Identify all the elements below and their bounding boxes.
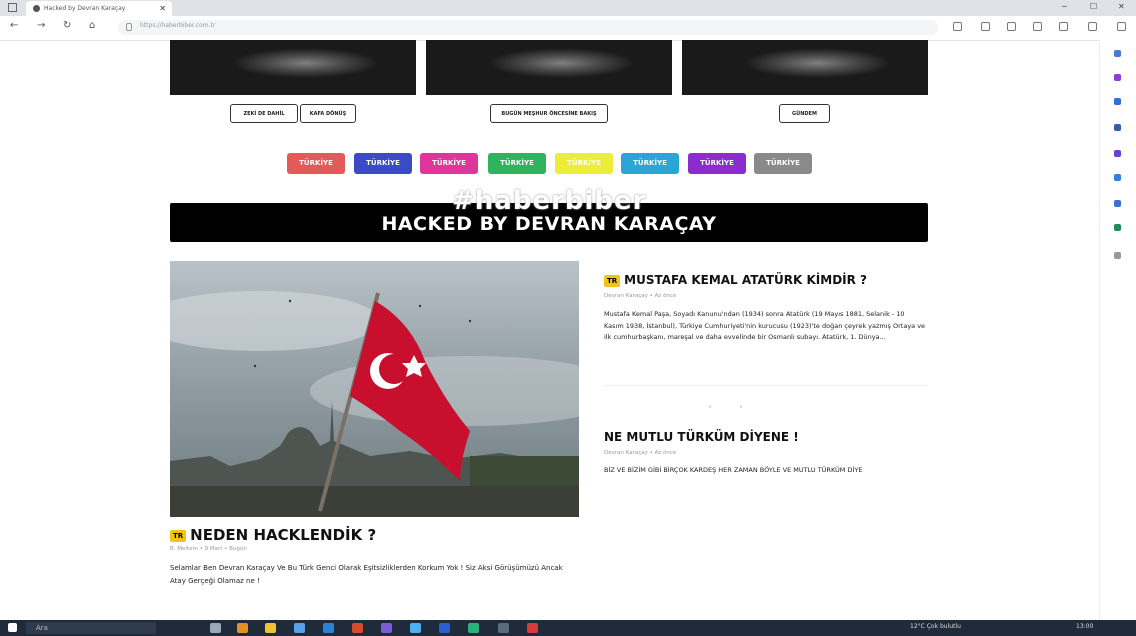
app-icon[interactable]: [410, 623, 421, 633]
tr-badge: TR: [170, 529, 187, 542]
side-article-title[interactable]: NE MUTLU TÜRKÜM DİYENE !: [604, 430, 799, 444]
favorites-icon[interactable]: [953, 22, 962, 31]
split-screen-icon[interactable]: [981, 22, 990, 31]
favicon-icon: [33, 5, 40, 12]
main-article-meta: B. Meltem • 9 Mart • Bugün: [170, 546, 247, 552]
app-icon[interactable]: [381, 623, 392, 633]
video-thumbnail[interactable]: [170, 40, 416, 95]
task-view-icon[interactable]: [210, 623, 221, 633]
reload-icon[interactable]: ↻: [63, 20, 71, 31]
collections-icon[interactable]: [1007, 22, 1016, 31]
url-text: https://haberbiber.com.tr: [140, 22, 216, 29]
address-bar-row: ← → ↻ ⌂ https://haberbiber.com.tr: [0, 16, 1136, 41]
browser-sidebar: [1099, 40, 1136, 620]
file-explorer-icon[interactable]: [265, 623, 276, 633]
side-article-excerpt: BİZ VE BİZİM GİBİ BİRÇOK KARDEŞ HER ZAMA…: [604, 466, 863, 474]
home-icon[interactable]: ⌂: [89, 20, 95, 31]
extensions-icon[interactable]: [1033, 22, 1042, 31]
tab-strip: Hacked by Devran Karaçay ✕ ─ ☐ ✕: [0, 0, 1136, 16]
profile-icon[interactable]: [1059, 22, 1068, 31]
back-icon[interactable]: ←: [10, 20, 18, 31]
add-icon[interactable]: [1114, 252, 1121, 259]
slider-dot[interactable]: •: [738, 402, 744, 413]
divider: [604, 385, 928, 386]
main-article-title-text[interactable]: NEDEN HACKLENDİK ?: [190, 526, 376, 544]
tab-close-icon[interactable]: ✕: [159, 1, 166, 16]
app-icon[interactable]: [498, 623, 509, 633]
tab-title: Hacked by Devran Karaçay: [44, 5, 126, 12]
video-thumbnail[interactable]: [682, 40, 928, 95]
app-icon[interactable]: [439, 623, 450, 633]
category-button[interactable]: TÜRKİYE: [287, 153, 345, 174]
url-field[interactable]: https://haberbiber.com.tr: [118, 20, 938, 35]
weather-status[interactable]: 12°C Çok bulutlu: [910, 623, 961, 630]
tag-button[interactable]: BUGÜN MEŞHUR ÖNCESİNE BAKIŞ: [490, 104, 608, 123]
browser-tab[interactable]: Hacked by Devran Karaçay ✕: [26, 1, 172, 16]
category-button[interactable]: TÜRKİYE: [621, 153, 679, 174]
games-icon[interactable]: [1114, 124, 1121, 131]
category-button[interactable]: TÜRKİYE: [754, 153, 812, 174]
shopping-icon[interactable]: [1114, 74, 1121, 81]
maximize-icon[interactable]: ☐: [1090, 0, 1097, 14]
watermark-text: #haberbiber: [452, 186, 647, 216]
category-button[interactable]: TÜRKİYE: [688, 153, 746, 174]
app-icon[interactable]: [352, 623, 363, 633]
main-article-title[interactable]: TR NEDEN HACKLENDİK ?: [170, 526, 376, 544]
tag-button[interactable]: GÜNDEM: [779, 104, 830, 123]
slider-dot[interactable]: •: [707, 402, 713, 413]
office-icon[interactable]: [1114, 150, 1121, 157]
edge-icon[interactable]: [468, 623, 479, 633]
taskbar: Ara 12°C Çok bulutlu 13:00: [0, 620, 1136, 636]
tag-button[interactable]: ZEKİ DE DAHİL: [230, 104, 298, 123]
designer-icon[interactable]: [1114, 224, 1121, 231]
app-icon[interactable]: [527, 623, 538, 633]
mail-icon[interactable]: [323, 623, 334, 633]
app-icon[interactable]: [237, 623, 248, 633]
side-article-meta: Devran Karaçay • Az önce: [604, 450, 677, 456]
close-window-icon[interactable]: ✕: [1118, 0, 1125, 14]
flag-photo: [170, 261, 579, 517]
side-article-excerpt: Mustafa Kemal Paşa, Soyadı Kanunu'ndan (…: [604, 310, 926, 341]
store-icon[interactable]: [294, 623, 305, 633]
tools-icon[interactable]: [1114, 98, 1121, 105]
tr-badge: TR: [604, 274, 621, 287]
taskbar-search[interactable]: Ara: [26, 622, 156, 634]
main-article-excerpt: Selamlar Ben Devran Karaçay Ve Bu Türk G…: [170, 564, 563, 585]
category-button[interactable]: TÜRKİYE: [354, 153, 412, 174]
side-article-title[interactable]: TR MUSTAFA KEMAL ATATÜRK KİMDİR ?: [604, 273, 867, 287]
minimize-icon[interactable]: ─: [1062, 0, 1067, 14]
category-button[interactable]: TÜRKİYE: [488, 153, 546, 174]
hero-image[interactable]: [170, 261, 579, 517]
outlook-icon[interactable]: [1114, 174, 1121, 181]
settings-more-icon[interactable]: [1088, 22, 1097, 31]
video-thumbnail[interactable]: [426, 40, 672, 95]
window-menu-icon[interactable]: [8, 3, 17, 12]
forward-icon[interactable]: →: [37, 20, 45, 31]
side-article-title-text[interactable]: MUSTAFA KEMAL ATATÜRK KİMDİR ?: [624, 273, 867, 287]
start-icon[interactable]: [8, 623, 17, 632]
clock[interactable]: 13:00: [1076, 623, 1093, 630]
copilot-icon[interactable]: [1117, 22, 1126, 31]
banner-title: HACKED BY DEVRAN KARAÇAY: [381, 213, 717, 235]
search-icon[interactable]: [1114, 50, 1121, 57]
category-button[interactable]: TÜRKİYE: [555, 153, 613, 174]
tag-button[interactable]: KAFA DÖNÜŞ: [300, 104, 356, 123]
side-article-meta: Devran Karaçay • Az önce: [604, 293, 677, 299]
drop-icon[interactable]: [1114, 200, 1121, 207]
lock-icon: [126, 23, 132, 31]
category-button[interactable]: TÜRKİYE: [420, 153, 478, 174]
